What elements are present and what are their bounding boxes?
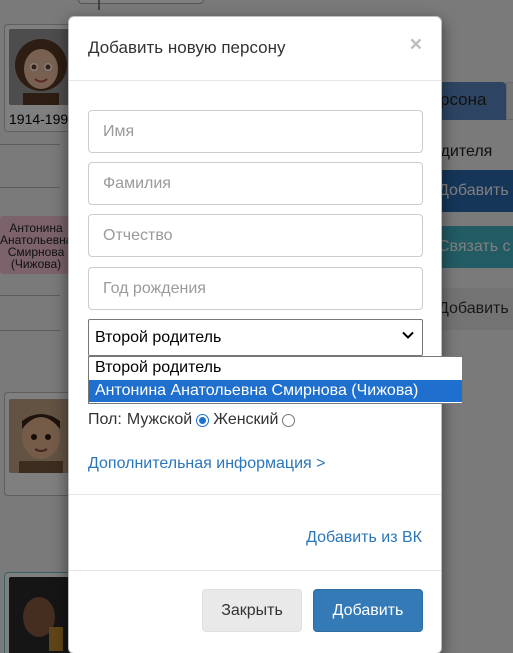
modal-title: Добавить новую персону bbox=[88, 38, 286, 57]
close-icon[interactable]: × bbox=[410, 34, 422, 55]
parent-dropdown-list: Второй родитель Антонина Анатольевна Сми… bbox=[88, 356, 463, 404]
gender-group: Пол: Мужской Женский bbox=[88, 411, 299, 429]
modal-header: Добавить новую персону × bbox=[69, 17, 441, 81]
dropdown-option-second-parent[interactable]: Второй родитель bbox=[89, 357, 462, 379]
patronymic-input[interactable] bbox=[88, 214, 423, 257]
add-button[interactable]: Добавить bbox=[313, 589, 423, 632]
close-button[interactable]: Закрыть bbox=[202, 589, 302, 632]
last-name-input[interactable] bbox=[88, 162, 423, 205]
second-parent-select[interactable]: Второй родитель bbox=[88, 319, 423, 356]
gender-female-radio[interactable] bbox=[282, 413, 296, 427]
gender-female-label: Женский bbox=[213, 411, 279, 428]
gender-label: Пол: bbox=[88, 411, 122, 428]
modal-divider bbox=[69, 494, 441, 495]
gender-male-radio[interactable] bbox=[196, 413, 210, 427]
add-from-vk-link[interactable]: Добавить из ВК bbox=[306, 529, 422, 547]
add-person-modal: Добавить новую персону × Второй родитель… bbox=[68, 16, 463, 653]
more-info-link[interactable]: Дополнительная информация > bbox=[88, 455, 325, 473]
modal-footer-divider bbox=[69, 570, 441, 571]
gender-male-label: Мужской bbox=[126, 411, 193, 428]
select-value: Второй родитель bbox=[95, 329, 222, 346]
first-name-input[interactable] bbox=[88, 110, 423, 153]
birth-year-input[interactable] bbox=[88, 267, 423, 310]
dropdown-option-antonina[interactable]: Антонина Анатольевна Смирнова (Чижова) bbox=[89, 380, 462, 402]
chevron-down-icon bbox=[402, 331, 414, 339]
